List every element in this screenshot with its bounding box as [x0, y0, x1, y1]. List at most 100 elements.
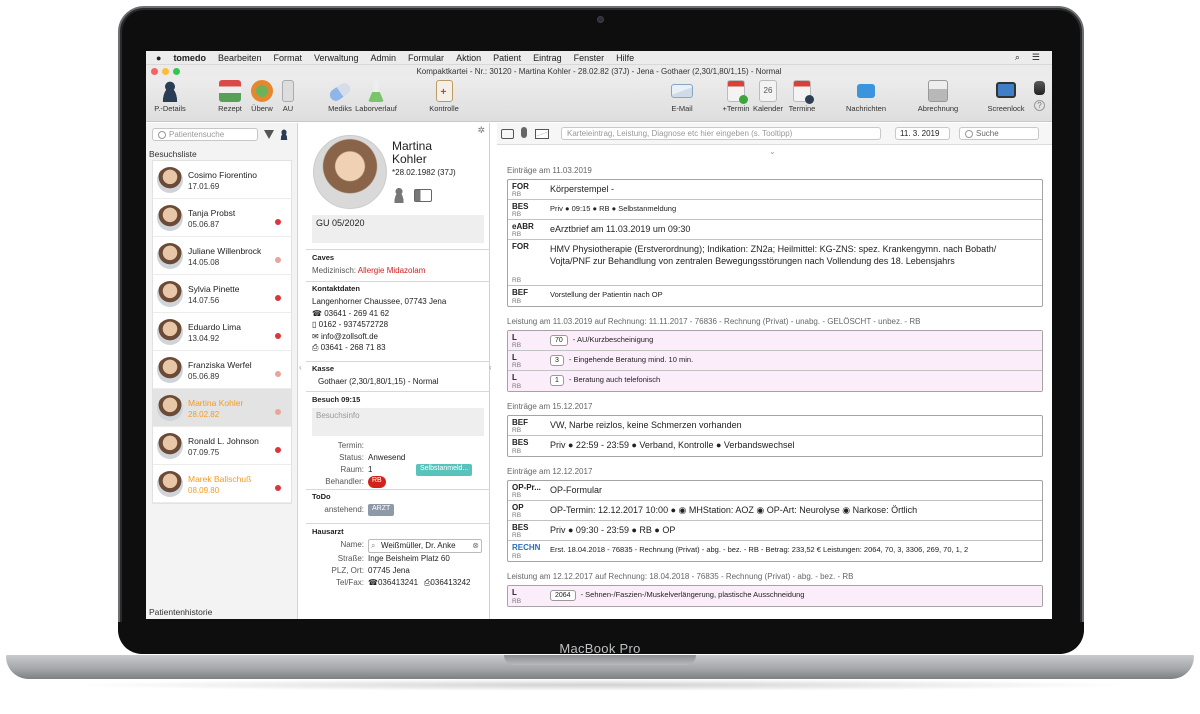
entry-row[interactable]: BEF RB VW, Narbe reizlos, keine Schmerzen…: [508, 416, 1042, 436]
menu-item-aktion[interactable]: Aktion: [456, 53, 481, 63]
toolbar-email-button[interactable]: E-Mail: [658, 80, 706, 113]
entry-row[interactable]: BES RB Priv ● 09:15 ● RB ● Selbstanmeldun…: [508, 200, 1042, 220]
menu-item-verwaltung[interactable]: Verwaltung: [314, 53, 359, 63]
todo-section: ToDo anstehend: ARZT: [312, 492, 484, 516]
patient-row[interactable]: Ronald L. Johnson 07.09.75: [153, 427, 291, 465]
menu-item-admin[interactable]: Admin: [371, 53, 397, 63]
entry-author: RB: [512, 298, 522, 305]
toolbar-au-button[interactable]: AU: [264, 80, 312, 113]
patient-row[interactable]: Eduardo Lima 13.04.92: [153, 313, 291, 351]
besuch-heading: Besuch 09:15: [312, 395, 361, 404]
entry-group: L RB 70- AU/Kurzbescheinigung L RB 3- Einge…: [507, 330, 1043, 392]
menu-item-hilfe[interactable]: Hilfe: [616, 53, 634, 63]
list-icon[interactable]: ☰: [1032, 52, 1040, 63]
menu-item-formular[interactable]: Formular: [408, 53, 444, 63]
arzt-badge[interactable]: ARZT: [368, 504, 395, 516]
patient-row[interactable]: Franziska Werfel 05.06.89: [153, 351, 291, 389]
entry-author: RB: [512, 427, 522, 434]
id-card-icon[interactable]: [414, 189, 432, 202]
zoom-icon[interactable]: [173, 68, 180, 75]
toolbar-p-details-button[interactable]: P.-Details: [146, 80, 194, 113]
menu-app[interactable]: tomedo: [173, 53, 206, 63]
search-icon[interactable]: ⌕: [1015, 52, 1020, 63]
raum-value[interactable]: 1: [368, 464, 416, 476]
person-search-icon[interactable]: [279, 129, 289, 140]
contact-mobile[interactable]: 0162 - 9374572728: [319, 320, 388, 329]
entry-row[interactable]: L RB 2064 - Sehnen-/Faszien-/Muskelverläng…: [508, 586, 1042, 606]
chevron-down-icon[interactable]: ⌄: [769, 147, 776, 156]
menu-item-patient[interactable]: Patient: [493, 53, 521, 63]
collapse-right-icon[interactable]: ‹: [489, 363, 492, 372]
hausarzt-name-field[interactable]: ⌕ Weißmüller, Dr. Anke ⊗: [368, 539, 482, 553]
besuchsinfo-field[interactable]: Besuchsinfo: [312, 408, 484, 436]
patient-row[interactable]: Tanja Probst 05.06.87: [153, 199, 291, 237]
entry-row[interactable]: L RB 1 - Beratung auch telefonisch: [508, 371, 1042, 391]
entry-row[interactable]: RECHN RB Erst. 18.04.2018 - 76835 - Rechn…: [508, 541, 1042, 561]
collapse-left-icon[interactable]: ‹: [299, 363, 302, 372]
patientenhistorie-label[interactable]: Patientenhistorie: [149, 607, 212, 617]
settings-icon[interactable]: ✲: [477, 125, 485, 136]
entry-row[interactable]: FOR RB Körperstempel -: [508, 180, 1042, 200]
hausarzt-tel-value[interactable]: 036413241: [378, 577, 418, 589]
filter-icon[interactable]: [264, 130, 274, 139]
entry-row[interactable]: L RB 3 - Eingehende Beratung mind. 10 min.: [508, 351, 1042, 371]
microphone-icon[interactable]: [521, 127, 527, 138]
entry-row[interactable]: BEF RB Vorstellung der Patientin nach OP: [508, 286, 1042, 306]
toolbar-laborverlauf-button[interactable]: Laborverlauf: [352, 80, 400, 113]
contact-phone[interactable]: 03641 - 269 41 62: [324, 309, 389, 318]
entry-row[interactable]: BES RB Priv ● 22:59 - 23:59 ● Verband, Ko…: [508, 436, 1042, 456]
patient-row-name: Tanja Probst: [188, 207, 236, 218]
entry-row[interactable]: OP RB OP-Termin: 12.12.2017 10:00 ● ◉ MHS…: [508, 501, 1042, 521]
date-field[interactable]: 11. 3. 2019: [895, 127, 950, 140]
mail-icon[interactable]: [535, 129, 549, 139]
minimize-icon[interactable]: [162, 68, 169, 75]
toolbar-label: Mediks: [328, 104, 352, 113]
toolbar-screenlock-button[interactable]: Screenlock: [982, 80, 1030, 113]
patient-photo[interactable]: [313, 135, 387, 209]
entry-author: RB: [512, 553, 522, 560]
status-value[interactable]: Anwesend: [368, 452, 405, 464]
entry-row[interactable]: BES RB Priv ● 09:30 - 23:59 ● RB ● OP: [508, 521, 1042, 541]
menu-item-bearbeiten[interactable]: Bearbeiten: [218, 53, 262, 63]
patient-row[interactable]: Sylvia Pinette 14.07.56: [153, 275, 291, 313]
database-icon[interactable]: [1034, 81, 1045, 95]
toolbar-nachrichten-button[interactable]: Nachrichten: [842, 80, 890, 113]
laptop-notch: [504, 655, 696, 665]
patient-search-input[interactable]: Patientensuche: [152, 128, 258, 141]
entry-tag-label: L: [512, 333, 517, 342]
entry-tag: BES RB: [508, 200, 546, 219]
selbstanmeldung-badge[interactable]: Selbstanmeld...: [416, 464, 473, 476]
entry-input[interactable]: Karteieintrag, Leistung, Diagnose etc hi…: [561, 127, 881, 140]
gu-box[interactable]: GU 05/2020: [312, 215, 484, 243]
contact-email[interactable]: info@zollsoft.de: [321, 332, 378, 341]
entry-tag: RECHN RB: [508, 541, 546, 561]
hausarzt-plz-label: PLZ, Ort:: [331, 566, 364, 575]
patient-row[interactable]: Juliane Willenbrock 14.05.08: [153, 237, 291, 275]
camera-icon[interactable]: [501, 129, 514, 139]
close-icon[interactable]: [151, 68, 158, 75]
toolbar-abrechnung-button[interactable]: Abrechnung: [914, 80, 962, 113]
menu-item-format[interactable]: Format: [273, 53, 302, 63]
menu-item-eintrag[interactable]: Eintrag: [533, 53, 562, 63]
entry-tag: eABR RB: [508, 220, 546, 239]
clear-icon[interactable]: ⊗: [472, 540, 479, 552]
entry-row[interactable]: eABR RB eArztbrief am 11.03.2019 um 09:30: [508, 220, 1042, 240]
behandler-badge[interactable]: RB: [368, 476, 386, 488]
help-icon[interactable]: ?: [1034, 100, 1045, 111]
hausarzt-fax-value[interactable]: 036413242: [430, 577, 470, 589]
toolbar-termine-button[interactable]: Termine: [778, 80, 826, 113]
entry-row[interactable]: FOR RB HMV Physiotherapie (Erstverordnung…: [508, 240, 1042, 286]
patient-row[interactable]: Marek Ballschuß 08.09.80: [153, 465, 291, 503]
caves-section: Caves Medizinisch: Allergie Midazolam: [312, 253, 484, 277]
toolbar-kontrolle-button[interactable]: + Kontrolle: [420, 80, 468, 113]
entry-search[interactable]: Suche: [959, 127, 1039, 140]
contact-fax[interactable]: 03641 - 268 71 83: [321, 343, 386, 352]
status-dot: [275, 257, 281, 263]
entry-row[interactable]: OP-Pr... RB OP-Formular: [508, 481, 1042, 501]
entry-row[interactable]: L RB 70 - AU/Kurzbescheinigung: [508, 331, 1042, 351]
patient-row[interactable]: Martina Kohler 28.02.82: [153, 389, 291, 427]
menu-item-fenster[interactable]: Fenster: [574, 53, 605, 63]
person-icon[interactable]: [392, 187, 406, 203]
apple-icon[interactable]: ●: [156, 53, 161, 63]
patient-row[interactable]: Cosimo Fiorentino 17.01.69: [153, 161, 291, 199]
